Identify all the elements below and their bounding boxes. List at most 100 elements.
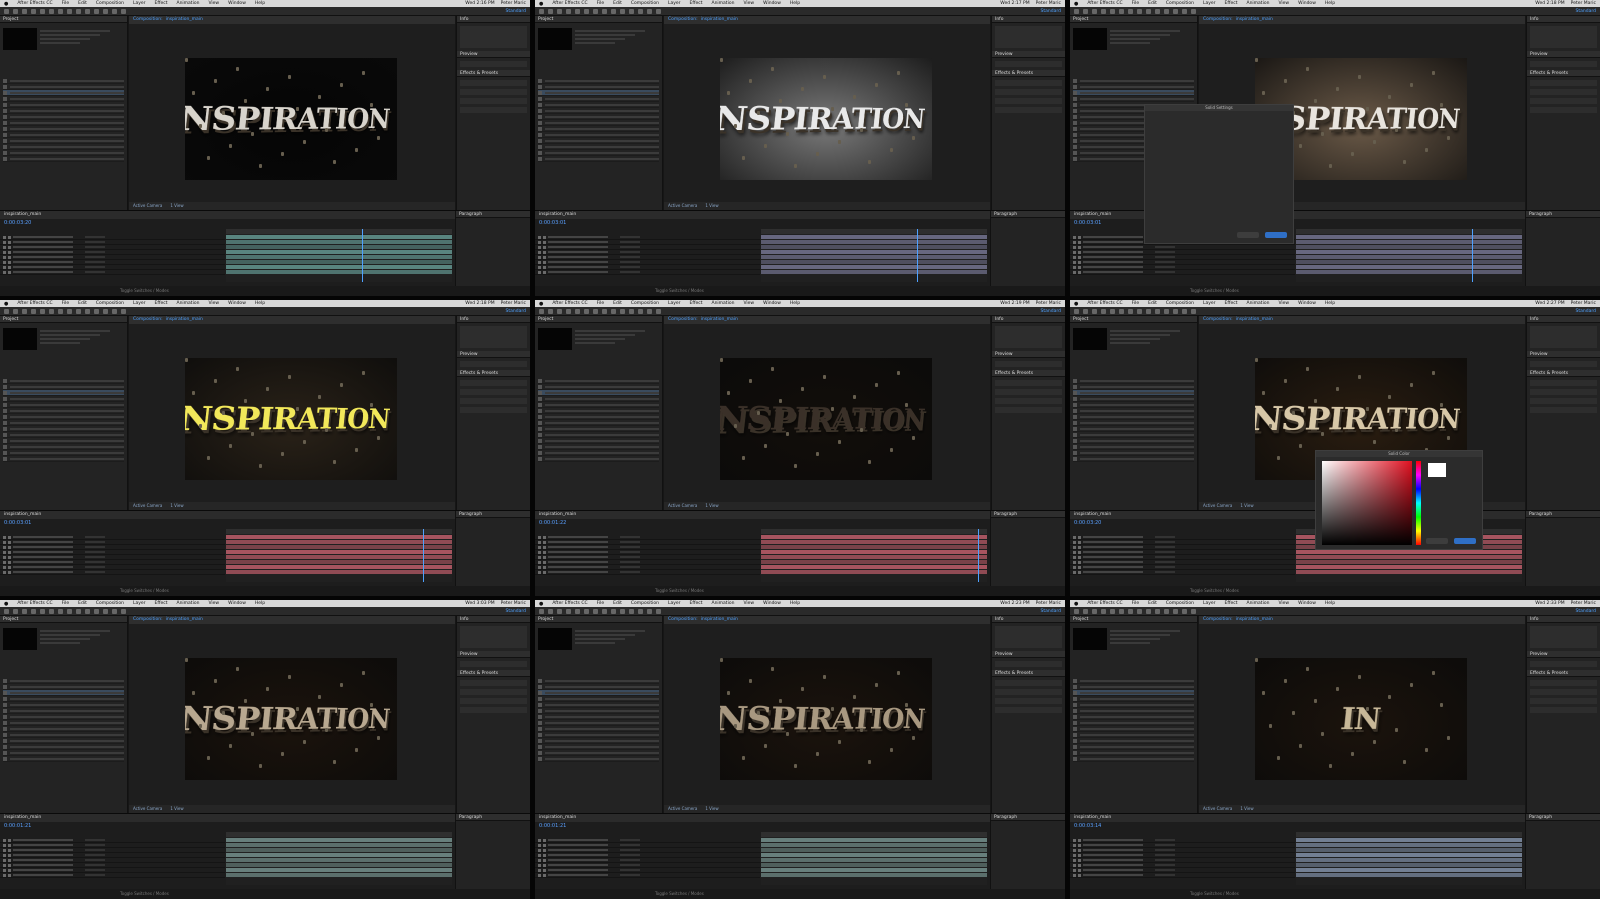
menu-item[interactable]: Window xyxy=(1298,1,1316,6)
timeline-tab[interactable]: inspiration_main xyxy=(535,211,1065,219)
audio-icon[interactable] xyxy=(1078,873,1081,877)
visibility-icon[interactable] xyxy=(538,240,541,244)
visibility-icon[interactable] xyxy=(1073,245,1076,249)
audio-icon[interactable] xyxy=(1078,255,1081,259)
menu-item[interactable]: Composition xyxy=(631,601,659,606)
layer-duration-bar[interactable] xyxy=(226,270,452,274)
tool-icon[interactable] xyxy=(1119,608,1124,614)
visibility-icon[interactable] xyxy=(3,270,6,274)
audio-icon[interactable] xyxy=(8,555,11,559)
layer-duration-bar[interactable] xyxy=(761,540,987,544)
tool-icon[interactable] xyxy=(1164,8,1169,14)
tool-icon[interactable] xyxy=(557,308,562,314)
timeline-tracks[interactable] xyxy=(761,529,987,582)
current-time-display[interactable]: 0:00:03:01 xyxy=(4,520,31,526)
menu-item[interactable]: Edit xyxy=(78,301,87,306)
layer-duration-bar[interactable] xyxy=(761,873,987,877)
view-mode-dropdown[interactable]: Active Camera xyxy=(133,203,162,208)
layer-row[interactable] xyxy=(0,270,225,275)
cancel-button[interactable] xyxy=(1426,538,1448,544)
menu-item[interactable]: Edit xyxy=(613,1,622,6)
timeline-tab[interactable]: inspiration_main xyxy=(535,814,1065,822)
comp-tab[interactable]: Composition: inspiration_main xyxy=(1199,316,1525,324)
layer-duration-bar[interactable] xyxy=(226,873,452,877)
tool-icon[interactable] xyxy=(40,308,45,314)
visibility-icon[interactable] xyxy=(1073,540,1076,544)
tool-icon[interactable] xyxy=(1128,308,1133,314)
menu-item[interactable]: Window xyxy=(763,601,781,606)
app-name[interactable]: After Effects CC xyxy=(552,1,587,6)
tool-icon[interactable] xyxy=(76,608,81,614)
menu-item[interactable]: File xyxy=(1132,301,1140,306)
tool-icon[interactable] xyxy=(1182,308,1187,314)
menu-item[interactable]: View xyxy=(1278,301,1289,306)
blend-mode-dropdown[interactable] xyxy=(620,241,640,243)
tool-icon[interactable] xyxy=(1128,8,1133,14)
comp-viewer[interactable]: IN xyxy=(1255,658,1467,780)
audio-icon[interactable] xyxy=(543,853,546,857)
layer-duration-bar[interactable] xyxy=(761,868,987,872)
current-time-indicator[interactable] xyxy=(422,529,424,582)
preview-tab[interactable]: Preview xyxy=(992,51,1065,58)
preview-tab[interactable]: Preview xyxy=(457,351,530,358)
apple-icon[interactable]: ● xyxy=(1074,301,1078,307)
effects-list-item[interactable] xyxy=(1530,398,1597,404)
visibility-icon[interactable] xyxy=(538,838,541,842)
tool-icon[interactable] xyxy=(76,308,81,314)
tool-icon[interactable] xyxy=(575,8,580,14)
layer-duration-bar[interactable] xyxy=(226,863,452,867)
current-time-display[interactable]: 0:00:01:22 xyxy=(539,520,566,526)
tool-icon[interactable] xyxy=(548,608,553,614)
effects-list-item[interactable] xyxy=(1530,98,1597,104)
tool-icon[interactable] xyxy=(31,308,36,314)
blend-mode-dropdown[interactable] xyxy=(620,271,640,273)
layer-duration-bar[interactable] xyxy=(1296,858,1522,862)
view-count-dropdown[interactable]: 1 View xyxy=(170,806,183,811)
blend-mode-dropdown[interactable] xyxy=(85,261,105,263)
menu-item[interactable]: Effect xyxy=(690,1,703,6)
menu-item[interactable]: Edit xyxy=(78,601,87,606)
blend-mode-dropdown[interactable] xyxy=(620,864,640,866)
tool-icon[interactable] xyxy=(1092,608,1097,614)
effects-presets-tab[interactable]: Effects & Presets xyxy=(1527,70,1600,77)
menu-item[interactable]: Effect xyxy=(1225,1,1238,6)
comp-viewer[interactable]: INSPIRATION xyxy=(720,358,932,480)
timeline-status-bar[interactable]: Toggle Switches / Modes xyxy=(0,889,530,899)
tool-icon[interactable] xyxy=(1173,308,1178,314)
audio-icon[interactable] xyxy=(8,235,11,239)
audio-icon[interactable] xyxy=(543,868,546,872)
timeline-tracks[interactable] xyxy=(761,229,987,282)
time-ruler[interactable] xyxy=(226,229,452,234)
tool-icon[interactable] xyxy=(94,8,99,14)
layer-duration-bar[interactable] xyxy=(226,843,452,847)
blend-mode-dropdown[interactable] xyxy=(1155,854,1175,856)
audio-icon[interactable] xyxy=(1078,545,1081,549)
apple-icon[interactable]: ● xyxy=(4,301,8,307)
menu-item[interactable]: Help xyxy=(1325,1,1335,6)
preview-tab[interactable]: Preview xyxy=(1527,651,1600,658)
layer-duration-bar[interactable] xyxy=(226,550,452,554)
tool-icon[interactable] xyxy=(602,308,607,314)
audio-icon[interactable] xyxy=(8,858,11,862)
tool-icon[interactable] xyxy=(67,608,72,614)
tool-icon[interactable] xyxy=(557,608,562,614)
layer-duration-bar[interactable] xyxy=(1296,240,1522,244)
effects-presets-tab[interactable]: Effects & Presets xyxy=(992,670,1065,677)
paragraph-tab[interactable]: Paragraph xyxy=(1526,211,1600,218)
tool-icon[interactable] xyxy=(1146,608,1151,614)
time-ruler[interactable] xyxy=(226,529,452,534)
view-count-dropdown[interactable]: 1 View xyxy=(705,806,718,811)
visibility-icon[interactable] xyxy=(3,873,6,877)
visibility-icon[interactable] xyxy=(3,235,6,239)
tool-icon[interactable] xyxy=(620,308,625,314)
audio-icon[interactable] xyxy=(543,550,546,554)
ok-button[interactable] xyxy=(1454,538,1476,544)
timeline-status-bar[interactable]: Toggle Switches / Modes xyxy=(1070,889,1600,899)
audio-icon[interactable] xyxy=(1078,265,1081,269)
menu-item[interactable]: Help xyxy=(1325,601,1335,606)
tool-icon[interactable] xyxy=(611,308,616,314)
menu-item[interactable]: Edit xyxy=(613,601,622,606)
preview-controls[interactable] xyxy=(995,661,1062,667)
comp-tab[interactable]: Composition: inspiration_main xyxy=(664,316,990,324)
effects-list-item[interactable] xyxy=(460,707,527,713)
